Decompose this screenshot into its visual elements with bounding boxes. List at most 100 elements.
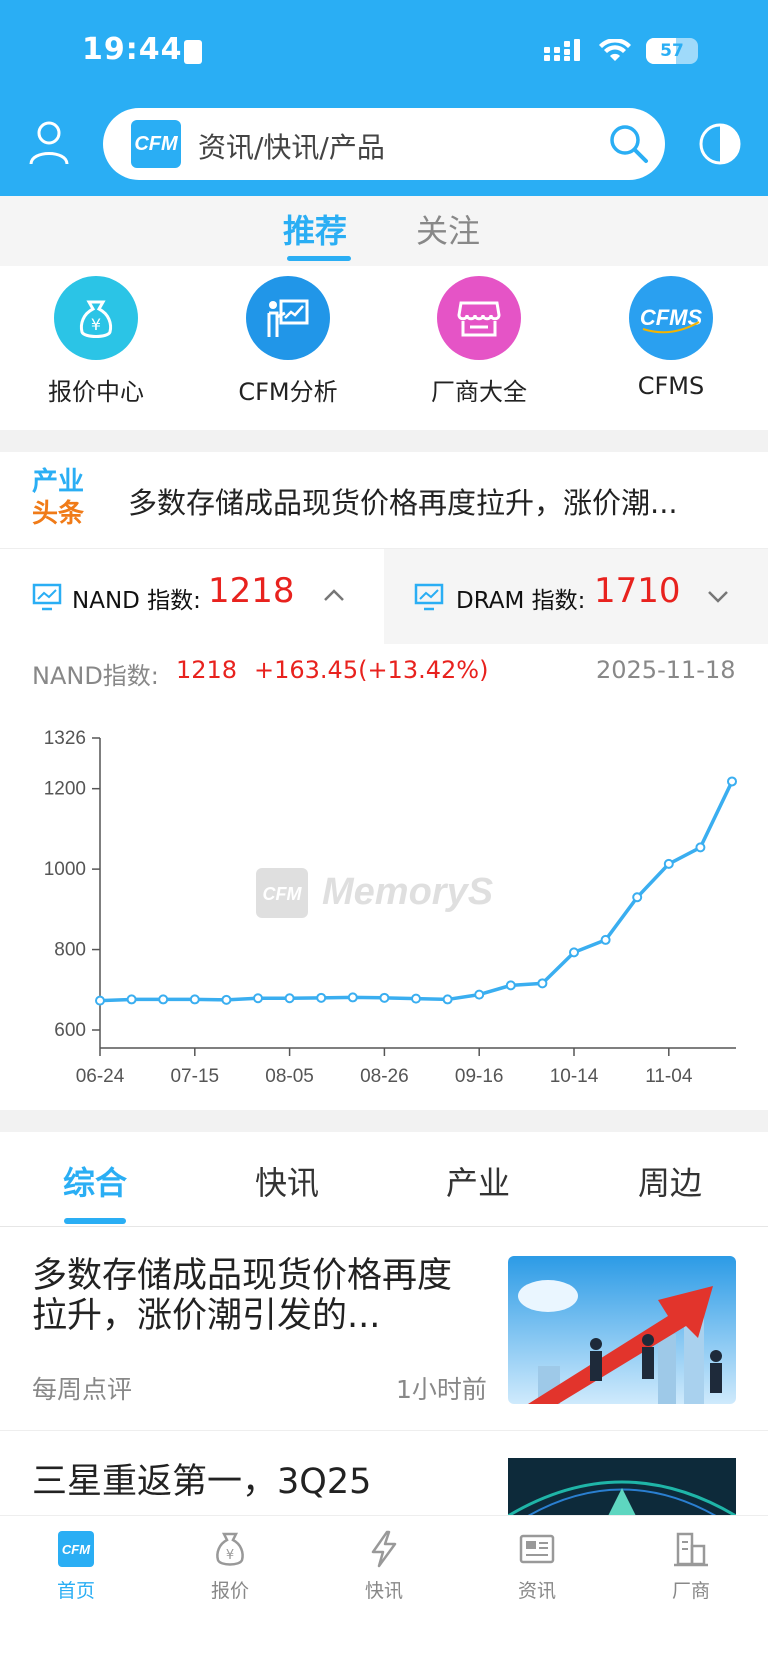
article-title: 多数存储成品现货价格再度拉升，涨价潮引发的... <box>32 1256 453 1336</box>
data-point <box>600 934 611 945</box>
tab-general[interactable]: 综合 <box>63 1158 127 1204</box>
data-point <box>379 992 390 1003</box>
nav-flash[interactable]: 快讯 <box>334 1530 434 1603</box>
battery-indicator: 57 <box>646 38 698 64</box>
article-thumbnail <box>508 1256 736 1404</box>
y-tick-label: 1000 <box>44 859 86 880</box>
home-cfm-icon: CFM <box>58 1531 94 1567</box>
presentation-icon <box>246 276 330 360</box>
feed-tabs: 推荐 关注 <box>0 196 768 266</box>
summary-value: 1218 <box>176 656 238 684</box>
nand-index-tab[interactable]: NAND 指数: 1218 <box>0 548 384 644</box>
store-icon <box>437 276 521 360</box>
data-point <box>474 989 485 1000</box>
shortcut-price-center[interactable]: ¥ 报价中心 <box>31 276 161 407</box>
summary-label: NAND指数: <box>32 662 159 690</box>
cfms-logo-icon: CFMS <box>629 276 713 360</box>
wifi-icon <box>599 39 631 61</box>
tab-underline <box>287 256 351 261</box>
top-bar: 19:44 57 CFM 资讯/快讯/产品 <box>0 0 768 196</box>
nand-index-chart: CFM MemoryS 600 800 1000 1200 1326 06-24 07-15… <box>44 728 737 1087</box>
x-tick-label: 08-26 <box>360 1066 409 1087</box>
y-tick-label: 600 <box>54 1020 86 1041</box>
y-tick-label: 800 <box>54 940 86 961</box>
svg-text:CFMS: CFMS <box>640 305 703 330</box>
data-point <box>663 858 674 869</box>
x-tick-label: 07-15 <box>170 1066 219 1087</box>
summary-date: 2025-11-18 <box>596 656 736 684</box>
chart-monitor-icon <box>32 583 62 611</box>
contrast-mode-icon[interactable] <box>698 122 742 166</box>
x-tick-label: 11-04 <box>645 1066 693 1087</box>
search-placeholder: 资讯/快讯/产品 <box>198 131 385 164</box>
chevron-down-icon <box>708 591 728 603</box>
data-point <box>221 994 232 1005</box>
y-tick-label: 1326 <box>44 728 86 749</box>
shortcut-cfm-analysis[interactable]: CFM分析 <box>223 276 353 407</box>
data-point <box>316 992 327 1003</box>
nav-vendors[interactable]: 厂商 <box>641 1530 741 1603</box>
industry-headline-badge: 产业 头条 <box>32 467 85 529</box>
data-point <box>189 994 200 1005</box>
data-point <box>411 993 421 1004</box>
dram-index-tab[interactable]: DRAM 指数: 1710 <box>384 548 768 644</box>
tab-follow[interactable]: 关注 <box>416 206 480 252</box>
svg-text:CFM: CFM <box>263 884 303 904</box>
nav-news[interactable]: 资讯 <box>487 1530 587 1603</box>
data-point <box>284 993 295 1004</box>
article-source: 每周点评 <box>32 1375 133 1404</box>
user-profile-icon[interactable] <box>28 120 70 166</box>
status-time: 19:44 <box>82 32 183 67</box>
data-point <box>569 947 579 958</box>
section-divider <box>0 1110 768 1132</box>
x-tick-label: 08-05 <box>265 1066 314 1087</box>
article-thumbnail <box>508 1458 736 1516</box>
summary-change: +163.45(+13.42%) <box>254 656 489 684</box>
data-point <box>505 980 516 991</box>
y-tick-label: 1200 <box>44 779 86 800</box>
building-icon <box>674 1532 708 1567</box>
cfm-logo: CFM <box>131 120 181 168</box>
nand-index-value: 1218 <box>208 571 295 611</box>
nav-home[interactable]: CFM 首页 <box>26 1530 126 1603</box>
article-title: 三星重返第一，3Q25 <box>32 1462 372 1502</box>
lightning-icon <box>371 1530 397 1568</box>
nav-quote[interactable]: ¥ 报价 <box>180 1530 280 1603</box>
chart-monitor-icon <box>414 583 444 611</box>
chevron-up-icon <box>324 589 344 601</box>
data-point <box>727 776 737 787</box>
dram-index-value: 1710 <box>594 571 681 611</box>
article-time: 1小时前 <box>396 1375 487 1404</box>
data-point <box>253 993 263 1004</box>
tab-recommend[interactable]: 推荐 <box>283 206 347 252</box>
x-tick-label: 10-14 <box>550 1066 599 1087</box>
id-card-icon <box>184 40 202 64</box>
data-point <box>695 842 706 853</box>
x-tick-label: 06-24 <box>76 1066 125 1087</box>
news-icon <box>519 1534 555 1564</box>
industry-headline[interactable]: 产业 头条 多数存储成品现货价格再度拉升，涨价潮... <box>0 452 768 548</box>
money-bag-icon: ¥ <box>216 1532 244 1566</box>
tab-periphery[interactable]: 周边 <box>638 1158 702 1204</box>
search-icon[interactable] <box>607 122 649 164</box>
data-point <box>442 994 453 1005</box>
headline-text: 多数存储成品现货价格再度拉升，涨价潮... <box>128 486 678 520</box>
data-point <box>158 994 169 1005</box>
shortcut-vendor-directory[interactable]: 厂商大全 <box>414 276 544 407</box>
search-bar[interactable]: CFM 资讯/快讯/产品 <box>103 108 665 180</box>
bottom-navigation: CFM 首页 ¥ 报价 快讯 资讯 厂商 <box>0 1515 768 1665</box>
svg-text:¥: ¥ <box>226 1548 234 1563</box>
watermark-logo: CFM MemoryS <box>256 868 493 918</box>
shortcut-cfms[interactable]: CFMS CFMS <box>606 276 736 400</box>
tab-underline <box>64 1218 126 1224</box>
data-point <box>95 995 105 1006</box>
tab-flash-news[interactable]: 快讯 <box>255 1158 319 1204</box>
svg-text:MemoryS: MemoryS <box>322 871 493 913</box>
data-point <box>537 978 548 989</box>
x-tick-label: 09-16 <box>455 1066 504 1087</box>
data-point <box>126 994 137 1005</box>
svg-text:¥: ¥ <box>91 315 101 334</box>
tab-industry[interactable]: 产业 <box>446 1158 510 1204</box>
data-point <box>632 892 643 903</box>
data-point <box>347 992 358 1003</box>
